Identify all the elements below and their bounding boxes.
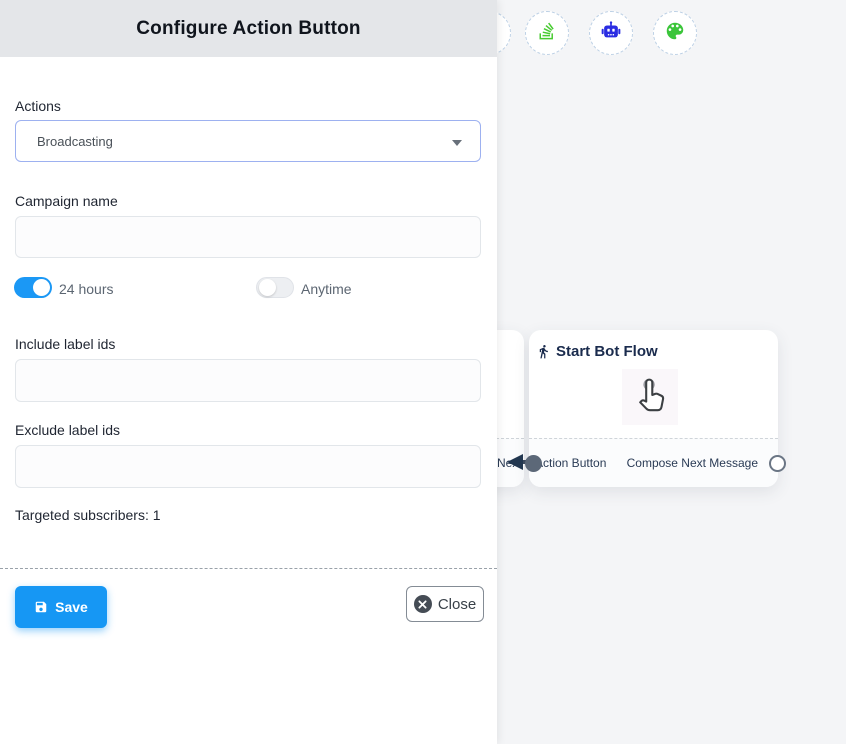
node-title-text: Start Bot Flow [556,343,658,360]
toggle-24-hours[interactable] [14,277,52,298]
tool-button-bot[interactable] [589,11,633,55]
chevron-down-icon [452,140,462,146]
panel-divider [0,568,497,569]
palette-icon [664,20,686,47]
include-label-ids-label: Include label ids [15,336,115,352]
save-button[interactable]: Save [15,586,107,628]
close-button-label: Close [438,596,476,613]
campaign-name-input[interactable] [15,216,481,258]
toggle-knob [259,279,276,296]
stack-icon [537,21,557,46]
node-footer-left-label: Action Button [535,456,606,470]
output-port[interactable] [769,455,786,472]
toggle-anytime-label: Anytime [301,281,352,297]
toggle-anytime[interactable] [256,277,294,298]
tool-button-stack[interactable] [525,11,569,55]
walking-person-icon [536,344,551,359]
tool-button-theme[interactable] [653,11,697,55]
targeted-subscribers-text: Targeted subscribers: 1 [15,507,161,523]
configure-action-panel: Configure Action Button Actions Broadcas… [0,0,497,744]
edge-arrowhead-icon [507,454,523,470]
flow-node-start-bot-flow[interactable]: Start Bot Flow Action Button Compose Nex… [529,330,778,487]
tap-hand-icon [631,372,669,423]
toggle-24-hours-label: 24 hours [59,281,113,297]
actions-select[interactable]: Broadcasting [15,120,481,162]
panel-title: Configure Action Button [136,18,360,40]
toggle-knob [33,279,50,296]
node-action-area[interactable] [622,369,678,425]
exclude-label-ids-label: Exclude label ids [15,422,120,438]
actions-select-value: Broadcasting [37,121,113,163]
exclude-label-ids-input[interactable] [15,445,481,488]
save-floppy-icon [34,600,48,614]
node-title: Start Bot Flow [536,343,658,360]
input-port[interactable] [525,455,542,472]
include-label-ids-input[interactable] [15,359,481,402]
save-button-label: Save [55,599,88,615]
campaign-name-label: Campaign name [15,193,118,209]
robot-icon [600,20,622,47]
panel-header: Configure Action Button [0,0,497,57]
node-footer-right-label: Compose Next Message [627,456,758,470]
actions-label: Actions [15,98,61,114]
close-button[interactable]: Close [406,586,484,622]
close-circle-icon [414,595,432,613]
